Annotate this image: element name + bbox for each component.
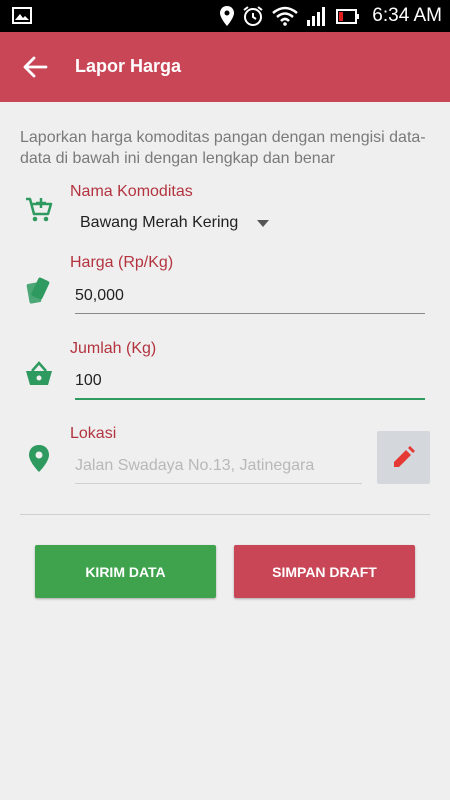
dropdown-arrow-icon[interactable] <box>257 220 269 227</box>
divider <box>20 514 430 515</box>
location-label: Lokasi <box>70 425 117 442</box>
location-input[interactable]: Jalan Swadaya No.13, Jatinegara <box>75 453 362 484</box>
commodity-value[interactable]: Bawang Merah Kering <box>80 214 238 232</box>
save-draft-button[interactable]: SIMPAN DRAFT <box>234 545 415 598</box>
intro-text: Laporkan harga komoditas pangan dengan m… <box>20 129 426 167</box>
wifi-icon <box>272 6 299 26</box>
edit-location-button[interactable] <box>377 431 430 484</box>
pencil-icon <box>394 446 415 467</box>
status-bar: 6:34 AM <box>0 0 450 32</box>
map-pin-icon <box>29 445 49 472</box>
price-value: 50,000 <box>75 287 124 304</box>
status-time: 6:34 AM <box>372 5 442 26</box>
quantity-input[interactable]: 100 <box>75 368 425 400</box>
quantity-value: 100 <box>75 372 102 389</box>
cart-add-icon <box>26 197 53 222</box>
gallery-icon <box>12 7 32 24</box>
location-icon <box>220 6 235 26</box>
battery-icon <box>336 9 360 24</box>
basket-icon <box>26 361 52 385</box>
location-value: Jalan Swadaya No.13, Jatinegara <box>75 457 315 474</box>
commodity-label: Nama Komoditas <box>70 183 193 200</box>
send-data-button[interactable]: KIRIM DATA <box>35 545 216 598</box>
price-input[interactable]: 50,000 <box>75 283 425 314</box>
page-title: Lapor Harga <box>75 56 182 76</box>
signal-icon <box>307 7 326 26</box>
price-tag-icon <box>26 277 50 304</box>
alarm-icon <box>243 6 263 26</box>
quantity-label: Jumlah (Kg) <box>70 340 157 357</box>
price-label: Harga (Rp/Kg) <box>70 254 174 271</box>
app-bar: Lapor Harga <box>0 32 450 102</box>
back-arrow-icon[interactable] <box>22 54 48 80</box>
